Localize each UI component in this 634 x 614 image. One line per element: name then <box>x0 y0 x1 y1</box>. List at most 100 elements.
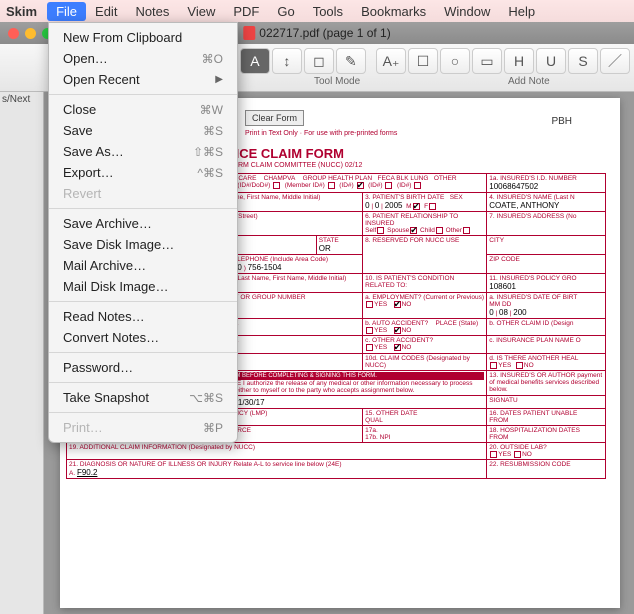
menu-notes[interactable]: Notes <box>126 2 178 21</box>
checkbox-sex-f[interactable] <box>429 203 436 210</box>
checkbox-group[interactable] <box>357 182 364 189</box>
field-17ab[interactable]: 17a.17b. NPI <box>363 425 487 442</box>
app-name: Skim <box>6 4 37 19</box>
menu-item-export[interactable]: Export…^⌘S <box>49 162 237 183</box>
field-other-accident[interactable]: c. OTHER ACCIDENT? YES NO <box>363 336 487 353</box>
field-employment[interactable]: a. EMPLOYMENT? (Current or Previous) YES… <box>363 293 487 319</box>
checkbox-champva[interactable] <box>328 182 335 189</box>
close-window-button[interactable] <box>8 28 19 39</box>
menu-separator <box>49 208 237 209</box>
menu-file[interactable]: File <box>47 2 86 21</box>
checkbox-other[interactable] <box>414 182 421 189</box>
field-relationship[interactable]: 6. PATIENT RELATIONSHIP TO INSURED Self … <box>363 212 487 236</box>
checkbox-another-yes[interactable] <box>490 362 497 369</box>
field-condition-related: 10. IS PATIENT'S CONDITION RELATED TO: <box>363 274 487 293</box>
field-city[interactable]: CITY <box>487 236 606 255</box>
highlight-note-button[interactable]: H <box>504 48 534 74</box>
menu-separator <box>49 94 237 95</box>
checkbox-lab-yes[interactable] <box>490 451 497 458</box>
menu-item-save[interactable]: Save⌘S <box>49 120 237 141</box>
menu-tools[interactable]: Tools <box>304 2 352 21</box>
line-note-button[interactable]: ／ <box>600 48 630 74</box>
field-auto-accident[interactable]: b. AUTO ACCIDENT? PLACE (State) YES NO <box>363 319 487 336</box>
checkbox-emp-no[interactable] <box>394 301 401 308</box>
checkbox-auto-yes[interactable] <box>366 327 373 334</box>
menu-window[interactable]: Window <box>435 2 499 21</box>
menu-item-convert-notes[interactable]: Convert Notes… <box>49 327 237 348</box>
menu-item-open-recent[interactable]: Open Recent▶ <box>49 69 237 90</box>
field-ins-plan-name[interactable]: c. INSURANCE PLAN NAME O <box>487 336 606 353</box>
tool-mode-group: A ↕ ◻ ✎ <box>240 48 366 74</box>
field-insured-dob[interactable]: a. INSURED'S DATE OF BIRT MM DD 0 | 08 |… <box>487 293 606 319</box>
field-another-plan[interactable]: d. IS THERE ANOTHER HEAL YES NO <box>487 353 606 370</box>
checkbox-self[interactable] <box>377 227 384 234</box>
text-note-button[interactable]: A₊ <box>376 48 406 74</box>
minimize-window-button[interactable] <box>25 28 36 39</box>
field-insured-address[interactable]: 7. INSURED'S ADDRESS (No <box>487 212 606 236</box>
checkbox-lab-no[interactable] <box>514 451 521 458</box>
menu-item-new-from-clipboard[interactable]: New From Clipboard <box>49 27 237 48</box>
menu-separator <box>49 412 237 413</box>
field-resubmission[interactable]: 22. RESUBMISSION CODE <box>487 460 606 479</box>
field-outside-lab[interactable]: 20. OUTSIDE LAB? YES NO <box>487 442 606 459</box>
menu-separator <box>49 382 237 383</box>
pdf-file-icon <box>243 26 255 40</box>
field-zip[interactable]: ZIP CODE <box>487 255 606 274</box>
menu-go[interactable]: Go <box>268 2 303 21</box>
annotate-tool-button[interactable]: ✎ <box>336 48 366 74</box>
strikeout-note-button[interactable]: S <box>568 48 598 74</box>
menu-item-mail-disk-image[interactable]: Mail Disk Image… <box>49 276 237 297</box>
select-tool-button[interactable]: ◻ <box>304 48 334 74</box>
window-title: 022717.pdf (page 1 of 1) <box>243 26 390 40</box>
checkbox-feca[interactable] <box>385 182 392 189</box>
field-claim-codes[interactable]: 10d. CLAIM CODES (Designated by NUCC) <box>363 353 487 370</box>
menu-item-read-notes[interactable]: Read Notes… <box>49 306 237 327</box>
checkbox-spouse[interactable] <box>410 227 417 234</box>
menu-item-save-disk-image[interactable]: Save Disk Image… <box>49 234 237 255</box>
field-hospitalization[interactable]: 18. HOSPITALIZATION DATESFROM <box>487 425 606 442</box>
menubar: Skim File Edit Notes View PDF Go Tools B… <box>0 0 634 22</box>
menu-help[interactable]: Help <box>499 2 544 21</box>
checkbox-rel-other[interactable] <box>463 227 470 234</box>
field-patient-dob-sex[interactable]: 3. PATIENT'S BIRTH DATE SEX 0 | 0 | 2005… <box>363 193 487 212</box>
field-state[interactable]: STATEOR <box>316 236 362 255</box>
field-diagnosis[interactable]: 21. DIAGNOSIS OR NATURE OF ILLNESS OR IN… <box>67 460 487 479</box>
menu-item-save-archive[interactable]: Save Archive… <box>49 213 237 234</box>
menu-item-close[interactable]: Close⌘W <box>49 99 237 120</box>
underline-note-button[interactable]: U <box>536 48 566 74</box>
checkbox-child[interactable] <box>436 227 443 234</box>
field-additional-info[interactable]: 19. ADDITIONAL CLAIM INFORMATION (Design… <box>67 442 487 459</box>
menu-item-mail-archive[interactable]: Mail Archive… <box>49 255 237 276</box>
menu-pdf[interactable]: PDF <box>224 2 268 21</box>
field-insured-name[interactable]: 4. INSURED'S NAME (Last N COATE, ANTHONY <box>487 193 606 212</box>
field-signature-2[interactable]: SIGNATU <box>487 395 606 408</box>
checkbox-emp-yes[interactable] <box>366 301 373 308</box>
text-tool-button[interactable]: A <box>240 48 270 74</box>
checkbox-otheracc-no[interactable] <box>394 344 401 351</box>
checkbox-sex-m[interactable] <box>413 203 420 210</box>
menu-item-print: Print…⌘P <box>49 417 237 438</box>
checkbox-otheracc-yes[interactable] <box>366 344 373 351</box>
field-other-date[interactable]: 15. OTHER DATEQUAL <box>363 408 487 425</box>
menu-item-save-as[interactable]: Save As…⇧⌘S <box>49 141 237 162</box>
menu-item-open[interactable]: Open…⌘O <box>49 48 237 69</box>
menu-view[interactable]: View <box>178 2 224 21</box>
menu-item-password[interactable]: Password… <box>49 357 237 378</box>
field-insured-id[interactable]: 1a. INSURED'S I.D. NUMBER 10068647502 <box>487 174 606 193</box>
menu-bookmarks[interactable]: Bookmarks <box>352 2 435 21</box>
clear-form-button[interactable]: Clear Form <box>245 110 304 126</box>
checkbox-another-no[interactable] <box>516 362 523 369</box>
submenu-arrow-icon: ▶ <box>215 74 223 85</box>
menu-item-take-snapshot[interactable]: Take Snapshot⌥⌘S <box>49 387 237 408</box>
box-note-button[interactable]: ▭ <box>472 48 502 74</box>
circle-note-button[interactable]: ○ <box>440 48 470 74</box>
checkbox-tricare[interactable] <box>273 182 280 189</box>
scroll-tool-button[interactable]: ↕ <box>272 48 302 74</box>
field-unable-dates[interactable]: 16. DATES PATIENT UNABLEFROM <box>487 408 606 425</box>
field-other-claim-id[interactable]: b. OTHER CLAIM ID (Design <box>487 319 606 336</box>
field-insured-policy[interactable]: 11. INSURED'S POLICY GRO108601 <box>487 274 606 293</box>
anchored-note-button[interactable]: ☐ <box>408 48 438 74</box>
menu-edit[interactable]: Edit <box>86 2 126 21</box>
field-insured-sig-auth: 13. INSURED'S OR AUTHOR payment of medic… <box>487 370 606 395</box>
checkbox-auto-no[interactable] <box>394 327 401 334</box>
